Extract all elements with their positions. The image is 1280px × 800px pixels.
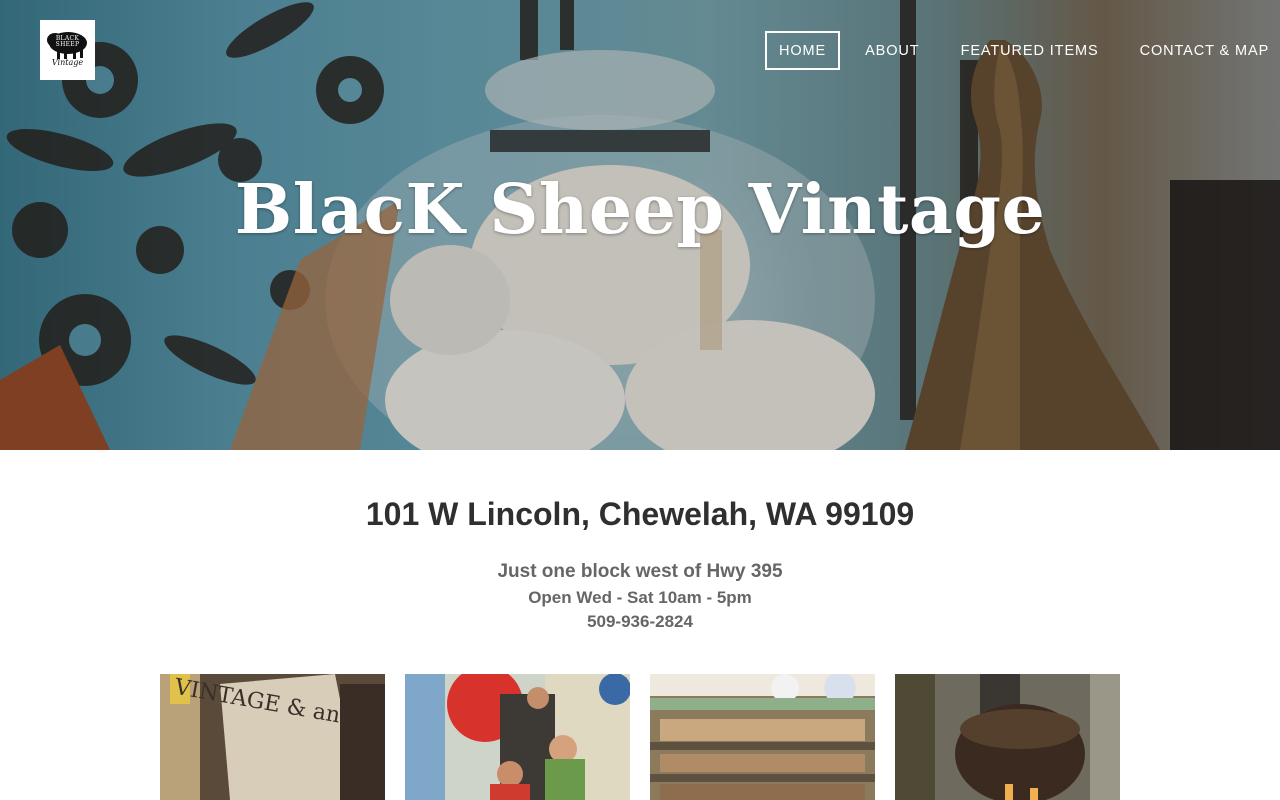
nav-item-about[interactable]: ABOUT bbox=[863, 31, 921, 70]
lamp-image bbox=[895, 674, 1120, 800]
site-logo[interactable]: BLACK SHEEP Vintage bbox=[40, 20, 95, 80]
family-photo-image bbox=[405, 674, 630, 800]
nav-item-contact-map[interactable]: CONTACT & MAP bbox=[1138, 31, 1272, 70]
store-address: 101 W Lincoln, Chewelah, WA 99109 bbox=[365, 496, 915, 532]
gallery-photo-vintage-sign[interactable]: VINTAGE & antiques bbox=[160, 674, 385, 800]
main-nav: HOME ABOUT FEATURED ITEMS CONTACT & MAP bbox=[765, 31, 1271, 70]
gallery-photo-shelves[interactable] bbox=[650, 674, 875, 800]
store-hours: Open Wed - Sat 10am - 5pm bbox=[528, 588, 752, 607]
vintage-sign-image: VINTAGE & antiques bbox=[160, 674, 385, 800]
hero-banner: BLACK SHEEP Vintage HOME ABOUT FEATURED … bbox=[0, 0, 1280, 450]
store-directions: Just one block west of Hwy 395 bbox=[497, 561, 783, 582]
logo-image: BLACK SHEEP Vintage bbox=[43, 23, 92, 77]
logo-text-top: BLACK SHEEP bbox=[55, 35, 80, 48]
photo-gallery: VINTAGE & antiques bbox=[160, 674, 1120, 800]
logo-text-bottom: Vintage bbox=[51, 58, 84, 67]
nav-item-featured-items[interactable]: FEATURED ITEMS bbox=[959, 31, 1101, 70]
gallery-photo-lamp[interactable] bbox=[895, 674, 1120, 800]
site-title: BlacK Sheep Vintage bbox=[234, 170, 1046, 250]
shelves-image bbox=[650, 674, 875, 800]
gallery-photo-family[interactable] bbox=[405, 674, 630, 800]
nav-item-home[interactable]: HOME bbox=[765, 31, 841, 70]
store-phone: 509-936-2824 bbox=[587, 612, 693, 631]
